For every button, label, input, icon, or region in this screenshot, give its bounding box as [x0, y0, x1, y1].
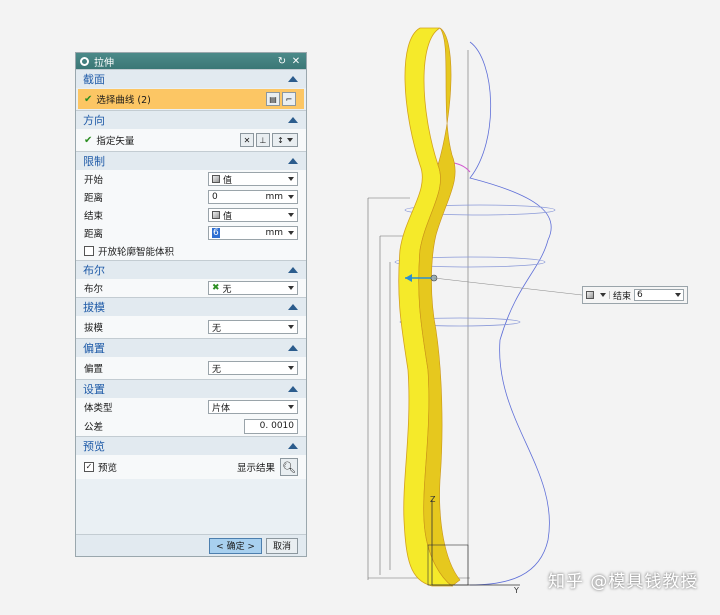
check-icon: ✔: [84, 134, 93, 146]
chevron-down-icon: [288, 286, 294, 290]
preview-header[interactable]: 预览: [76, 437, 306, 455]
draft-section: 拔模 拔模 无: [76, 297, 306, 338]
axis-y-label: Y: [513, 586, 519, 595]
settings-section: 设置 体类型 片体 公差 0. 0010: [76, 379, 306, 436]
start-select[interactable]: 值: [208, 172, 298, 186]
show-result-magnifier-icon[interactable]: 🔍︎: [280, 458, 298, 476]
start-row: 开始 值: [76, 170, 306, 188]
collapse-icon[interactable]: [288, 386, 298, 392]
offset-select[interactable]: 无: [208, 361, 298, 375]
collapse-icon[interactable]: [288, 117, 298, 123]
tolerance-row: 公差 0. 0010: [76, 416, 306, 436]
end-distance-row: 距离 6 mm: [76, 224, 306, 242]
boolean-none-icon: ✖: [212, 283, 220, 293]
limits-header[interactable]: 限制: [76, 152, 306, 170]
body-type-select[interactable]: 片体: [208, 400, 298, 414]
collapse-icon[interactable]: [288, 443, 298, 449]
direction-section: 方向 ✔ 指定矢量 ✕ ⊥ ↕: [76, 110, 306, 151]
end-distance-input[interactable]: 6 mm: [208, 226, 298, 240]
open-profile-row[interactable]: 开放轮廓智能体积: [76, 242, 306, 260]
curve-select-icon[interactable]: ⌐: [282, 92, 296, 106]
preview-section: 预览 ✓ 预览 显示结果 🔍︎: [76, 436, 306, 479]
dialog-footer: < 确定 > 取消: [76, 534, 306, 556]
boolean-header[interactable]: 布尔: [76, 261, 306, 279]
open-profile-checkbox[interactable]: [84, 246, 94, 256]
preview-checkbox[interactable]: ✓: [84, 462, 94, 472]
axis-z-label: Z: [430, 495, 436, 504]
offset-section: 偏置 偏置 无: [76, 338, 306, 379]
chevron-down-icon: [288, 366, 294, 370]
cube-icon: [212, 175, 220, 183]
end-select[interactable]: 值: [208, 208, 298, 222]
ok-button[interactable]: < 确定 >: [209, 537, 262, 554]
sketch-section-icon[interactable]: ▤: [266, 92, 280, 106]
select-curve-row[interactable]: ✔ 选择曲线 (2) ▤ ⌐: [78, 89, 304, 109]
floater-value-input[interactable]: 6: [634, 289, 684, 301]
draft-header[interactable]: 拔模: [76, 298, 306, 316]
dialog-title: 拉伸: [94, 57, 114, 69]
chevron-down-icon[interactable]: [288, 195, 294, 199]
floater-label: 结束: [613, 291, 632, 302]
floater-type-select[interactable]: [586, 291, 610, 299]
start-distance-row: 距离 0 mm: [76, 188, 306, 206]
tolerance-input[interactable]: 0. 0010: [244, 418, 298, 434]
boolean-row: 布尔 ✖ 无: [76, 279, 306, 297]
chevron-down-icon: [600, 293, 606, 297]
show-result-label: 显示结果: [236, 463, 275, 474]
chevron-down-icon: [288, 325, 294, 329]
boolean-section: 布尔 布尔 ✖ 无: [76, 260, 306, 297]
chevron-down-icon: [288, 405, 294, 409]
preview-row: ✓ 预览 显示结果 🔍︎: [76, 455, 306, 479]
collapse-icon[interactable]: [288, 158, 298, 164]
offset-header[interactable]: 偏置: [76, 339, 306, 357]
cube-icon: [586, 291, 594, 299]
chevron-down-icon: [288, 213, 294, 217]
settings-header[interactable]: 设置: [76, 380, 306, 398]
vector-dialog-icon[interactable]: ⊥: [256, 133, 270, 147]
start-distance-input[interactable]: 0 mm: [208, 190, 298, 204]
extrude-dialog: 拉伸 ↻ ✕ 截面 ✔ 选择曲线 (2) ▤ ⌐ 方向 ✔ 指定矢量 ✕ ⊥ ↕: [75, 52, 307, 557]
chevron-down-icon[interactable]: [288, 231, 294, 235]
end-row: 结束 值: [76, 206, 306, 224]
vector-row: ✔ 指定矢量 ✕ ⊥ ↕: [76, 129, 306, 151]
specify-vector-label: 指定矢量: [96, 136, 135, 147]
section-header[interactable]: 截面: [76, 70, 306, 88]
draft-row: 拔模 无: [76, 316, 306, 338]
body-type-row: 体类型 片体: [76, 398, 306, 416]
collapse-icon[interactable]: [288, 267, 298, 273]
select-curve-label: 选择曲线 (2): [96, 95, 151, 106]
close-icon[interactable]: ✕: [290, 56, 302, 67]
limits-section: 限制 开始 值 距离 0 mm 结束 值 距离 6 mm 开放轮廓智能体积: [76, 151, 306, 260]
vector-type-dropdown[interactable]: ↕: [272, 133, 298, 147]
collapse-icon[interactable]: [288, 76, 298, 82]
dialog-titlebar[interactable]: 拉伸 ↻ ✕: [76, 53, 306, 69]
boolean-select[interactable]: ✖ 无: [208, 281, 298, 295]
gear-icon[interactable]: [80, 56, 89, 66]
end-distance-handle-widget: 结束 6: [582, 286, 688, 304]
offset-row: 偏置 无: [76, 357, 306, 379]
draft-select[interactable]: 无: [208, 320, 298, 334]
reset-icon[interactable]: ↻: [276, 56, 288, 67]
chevron-down-icon: [288, 177, 294, 181]
check-icon: ✔: [84, 93, 93, 105]
cancel-button[interactable]: 取消: [265, 537, 298, 554]
section-section: 截面 ✔ 选择曲线 (2) ▤ ⌐: [76, 69, 306, 109]
direction-header[interactable]: 方向: [76, 111, 306, 129]
collapse-icon[interactable]: [288, 345, 298, 351]
chevron-down-icon: [675, 293, 681, 297]
collapse-icon[interactable]: [288, 304, 298, 310]
cube-icon: [212, 211, 220, 219]
watermark: 知乎 @模具钱教授: [548, 572, 699, 592]
reverse-direction-icon[interactable]: ✕: [240, 133, 254, 147]
